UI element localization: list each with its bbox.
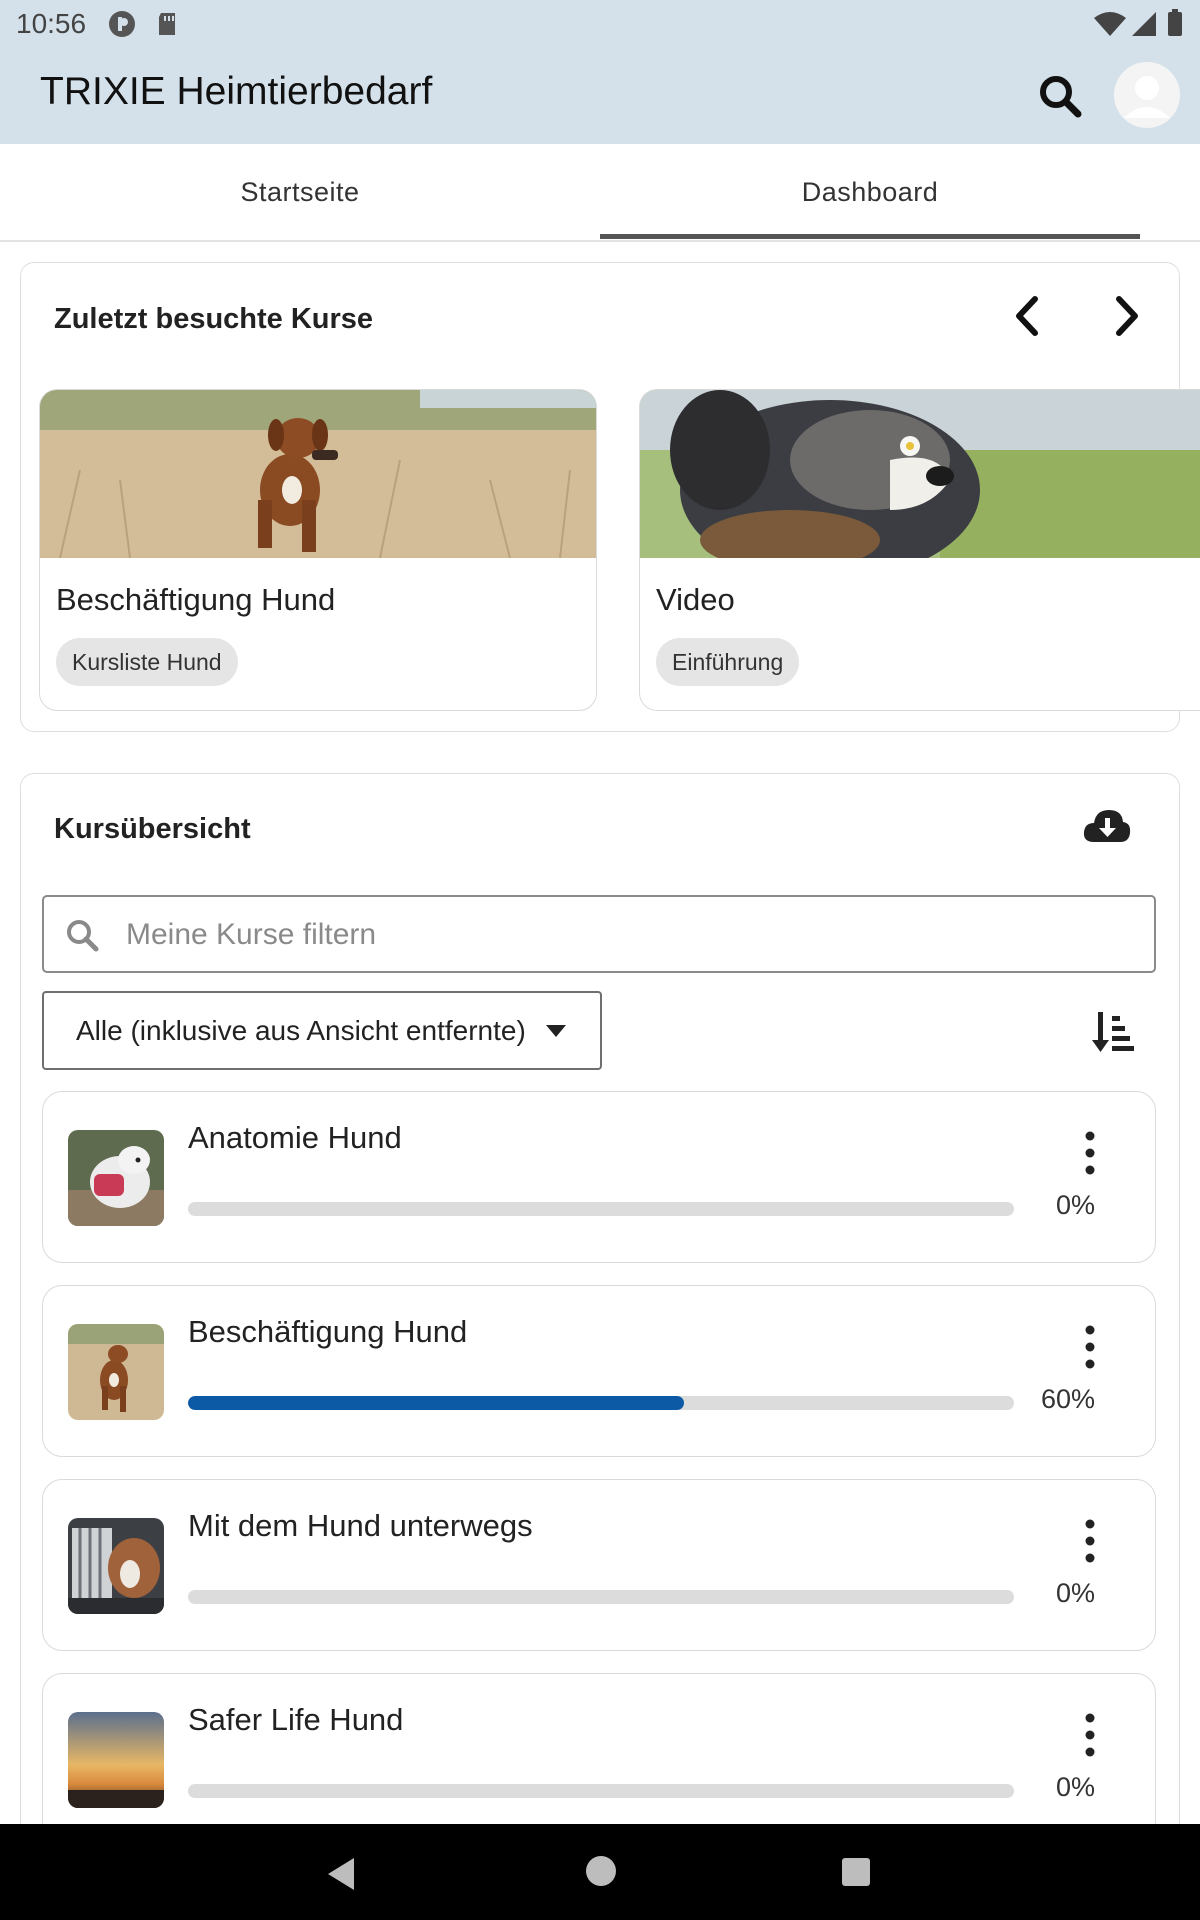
status-app-icon [109,11,135,37]
course-row[interactable]: Mit dem Hund unterwegs 0% [42,1479,1156,1651]
tab-startseite-label: Startseite [240,176,360,207]
recent-course-name: Video [656,582,735,617]
course-title: Safer Life Hund [188,1702,404,1737]
more-options-icon[interactable] [1075,1128,1105,1178]
white-dog-image [68,1130,164,1226]
course-overview-title: Kursübersicht [54,813,251,845]
course-progress-bar [188,1396,1014,1410]
course-title: Beschäftigung Hund [188,1314,468,1349]
tab-bar: Startseite Dashboard [0,144,1200,242]
dog-with-flower-image [640,390,1200,558]
avatar[interactable] [1114,62,1180,128]
course-progress-bar [188,1590,1014,1604]
dog-in-field-image [68,1324,164,1420]
more-options-icon[interactable] [1075,1322,1105,1372]
recent-course-card[interactable]: Video Einführung [639,389,1200,711]
course-image [640,390,1200,558]
recent-courses-panel: Zuletzt besuchte Kurse Beschäftigung Hun… [20,262,1200,732]
active-tab-indicator [600,234,1140,239]
tab-dashboard-label: Dashboard [801,176,939,207]
app-title: TRIXIE Heimtierbedarf [40,70,433,113]
dog-in-field-image [40,390,596,558]
course-title: Mit dem Hund unterwegs [188,1508,533,1543]
status-indicators-icon [1094,9,1182,36]
tab-startseite[interactable]: Startseite [0,144,600,240]
back-icon[interactable] [324,1854,358,1894]
course-row[interactable]: Beschäftigung Hund 60% [42,1285,1156,1457]
home-icon[interactable] [584,1854,618,1888]
status-time: 10:56 [16,8,87,39]
sunset-image [68,1712,164,1808]
course-progress-bar [188,1202,1014,1216]
course-progress-percent: 60% [1040,1384,1095,1414]
system-navigation-bar [0,1824,1200,1920]
filter-courses-field[interactable] [124,897,1128,973]
course-image [40,390,596,558]
sd-card-icon [159,13,175,35]
recent-course-card[interactable]: Beschäftigung Hund Kursliste Hund [39,389,597,711]
dog-in-car-crate-image [68,1518,164,1614]
course-thumbnail [68,1518,164,1614]
chevron-left-icon[interactable] [1005,291,1049,341]
course-thumbnail [68,1130,164,1226]
course-progress-fill [188,1396,684,1410]
course-progress-percent: 0% [1055,1578,1095,1608]
course-title: Anatomie Hund [188,1120,402,1155]
more-options-icon[interactable] [1075,1710,1105,1760]
search-icon [67,920,99,952]
caret-down-icon [546,1025,566,1037]
course-row[interactable]: Anatomie Hund 0% [42,1091,1156,1263]
search-icon[interactable] [1036,72,1084,120]
course-thumbnail [68,1324,164,1420]
tab-dashboard[interactable]: Dashboard [570,144,1170,240]
cloud-download-icon[interactable] [1082,806,1132,846]
filter-courses-input[interactable] [42,895,1156,973]
course-row[interactable]: Safer Life Hund 0% [42,1673,1156,1845]
more-options-icon[interactable] [1075,1516,1105,1566]
course-progress-percent: 0% [1055,1190,1095,1220]
sort-icon[interactable] [1092,1010,1136,1054]
course-progress-bar [188,1784,1014,1798]
course-filter-selected: Alle (inklusive aus Ansicht entfernte) [76,1014,526,1046]
course-category-chip: Einführung [656,638,800,686]
recent-course-name: Beschäftigung Hund [56,582,336,617]
chevron-right-icon[interactable] [1105,291,1149,341]
recents-icon[interactable] [840,1856,872,1888]
recent-courses-title: Zuletzt besuchte Kurse [54,303,374,335]
course-category-chip: Kursliste Hund [56,638,238,686]
course-thumbnail [68,1712,164,1808]
course-progress-percent: 0% [1055,1772,1095,1802]
course-filter-select[interactable]: Alle (inklusive aus Ansicht entfernte) [42,991,602,1070]
